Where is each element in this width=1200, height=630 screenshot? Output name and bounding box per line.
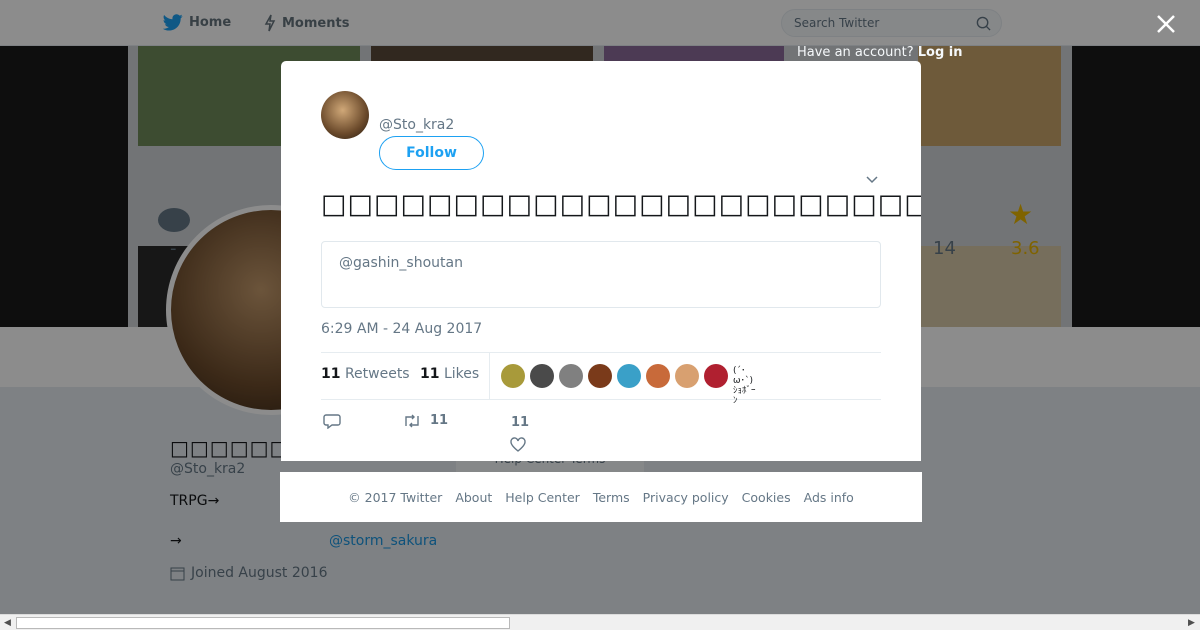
account-prompt: Have an account? Log in [797,45,963,60]
footer-link-cookies[interactable]: Cookies [742,490,791,505]
liker-avatar[interactable] [675,364,699,388]
likes-stat[interactable]: 11 Likes [420,366,479,382]
follow-button[interactable]: Follow [379,136,484,170]
scrollbar-thumb[interactable] [16,617,510,629]
likes-label: Likes [443,366,480,382]
retweet-button[interactable]: 11 [402,413,448,428]
quoted-tweet[interactable]: @gashin_shoutan [321,241,881,308]
tweet-author-avatar[interactable] [321,91,369,139]
reply-button[interactable] [323,413,341,429]
modal-footer: © 2017 Twitter About Help Center Terms P… [280,472,922,522]
horizontal-scrollbar[interactable]: ◀ ▶ [0,614,1200,630]
tweet-timestamp: 6:29 AM - 24 Aug 2017 [321,321,483,337]
close-icon[interactable] [1155,13,1177,35]
likes-count: 11 [420,366,440,382]
retweet-action-count: 11 [430,413,449,428]
footer-copyright: © 2017 Twitter [348,489,443,505]
scroll-left-icon[interactable]: ◀ [4,618,11,628]
liker-avatar[interactable] [588,364,612,388]
tweet-text: □□□□□□□□□□□□□□□□□□□□□□□□□□□□□□□□□□□□□□□□… [321,189,921,220]
footer-link-help-center[interactable]: Help Center [505,490,580,505]
tweet-stats: 11 Retweets 11 Likes (´･ω･`) ｼｮﾎﾞｰﾝ [321,352,881,406]
liker-avatars: (´･ω･`) ｼｮﾎﾞｰﾝ [501,364,757,406]
retweets-stat[interactable]: 11 Retweets [321,366,410,382]
footer-link-privacy[interactable]: Privacy policy [643,490,729,505]
heart-icon [510,437,526,452]
tweet-modal: @Sto_kra2 Follow □□□□□□□□□□□□□□□□□□□□□□□… [281,61,921,461]
footer-link-ads-info[interactable]: Ads info [804,490,854,505]
reply-icon [323,414,341,429]
account-prompt-text: Have an account? [797,45,914,60]
retweet-icon [405,414,419,427]
retweets-label: Retweets [344,366,410,382]
retweets-count: 11 [321,366,341,382]
like-button[interactable] [510,437,526,452]
like-action-count: 11 [511,415,530,430]
chevron-down-icon[interactable] [865,173,879,187]
login-link[interactable]: Log in [918,45,963,60]
liker-avatar[interactable] [646,364,670,388]
stats-divider [489,353,490,400]
quoted-tweet-handle: @gashin_shoutan [339,255,463,271]
liker-avatar[interactable] [617,364,641,388]
liker-avatar[interactable] [530,364,554,388]
tweet-author-handle[interactable]: @Sto_kra2 [379,117,454,133]
scroll-right-icon[interactable]: ▶ [1188,618,1195,628]
footer-link-terms[interactable]: Terms [593,490,630,505]
footer-link-about[interactable]: About [455,490,492,505]
liker-avatar[interactable] [704,364,728,388]
liker-avatar[interactable] [501,364,525,388]
liker-avatar-more[interactable]: (´･ω･`) ｼｮﾎﾞｰﾝ [733,364,757,406]
tweet-actions: 11 11 [321,411,881,456]
liker-avatar[interactable] [559,364,583,388]
